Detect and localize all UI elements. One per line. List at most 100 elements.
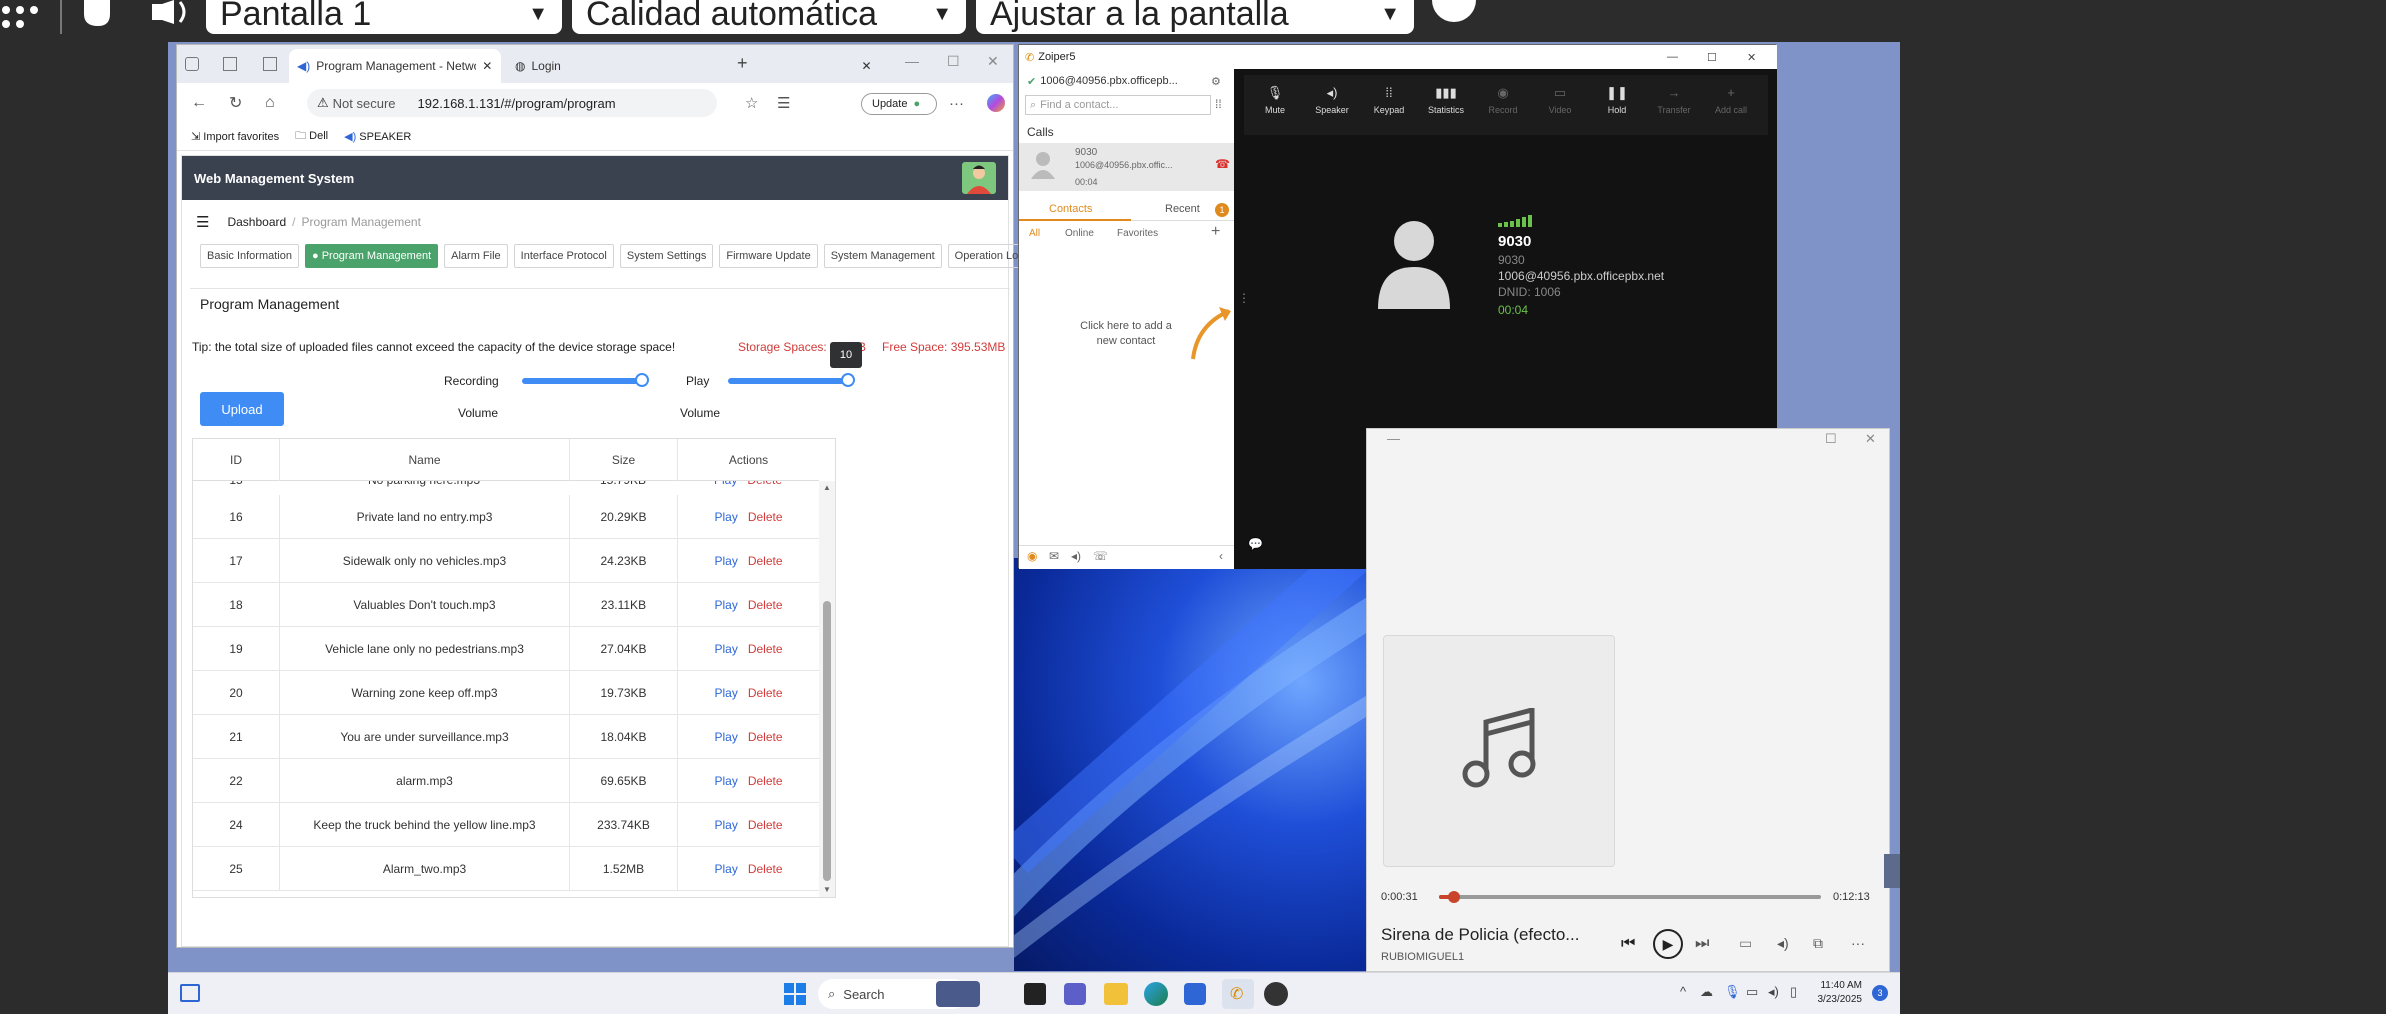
- maximize-icon[interactable]: ☐: [1707, 51, 1717, 64]
- filter-online[interactable]: Online: [1065, 228, 1094, 239]
- filter-favorites[interactable]: Favorites: [1117, 228, 1158, 239]
- minimize-icon[interactable]: —: [1667, 51, 1678, 63]
- microphone-icon[interactable]: 🎙: [1724, 984, 1741, 1000]
- tab-program-management[interactable]: ◀) Program Management - Network ✕: [289, 49, 501, 83]
- seek-bar[interactable]: [1439, 891, 1821, 903]
- tab-firmware-update[interactable]: Firmware Update: [719, 244, 818, 268]
- play-link[interactable]: Play: [714, 510, 737, 524]
- breadcrumb-dashboard[interactable]: Dashboard: [227, 215, 286, 229]
- video-button[interactable]: ▭ Video: [1533, 81, 1587, 131]
- store-icon[interactable]: [1184, 983, 1206, 1005]
- record-button[interactable]: ◉ Record: [1476, 81, 1530, 131]
- delete-link[interactable]: Delete: [748, 686, 783, 700]
- media-player-taskbar-icon[interactable]: [1264, 982, 1288, 1006]
- close-icon[interactable]: ✕: [1747, 51, 1756, 64]
- hangup-small-icon[interactable]: ☎: [1215, 157, 1230, 171]
- more-icon[interactable]: ···: [949, 95, 964, 112]
- settings-gear-icon[interactable]: ⚙: [1211, 75, 1221, 88]
- more-options-icon[interactable]: ···: [1851, 935, 1865, 951]
- seek-handle[interactable]: [1448, 891, 1461, 903]
- back-icon[interactable]: ←: [191, 94, 207, 112]
- next-icon[interactable]: ⏭: [1695, 935, 1709, 953]
- minimize-icon[interactable]: —: [1387, 431, 1400, 446]
- tab-system-management[interactable]: System Management: [823, 244, 942, 268]
- recording-volume-handle[interactable]: [635, 373, 649, 387]
- home-icon[interactable]: ⌂: [265, 94, 275, 112]
- tab-basic-information[interactable]: Basic Information: [200, 244, 299, 268]
- tab-actions-icon[interactable]: [263, 57, 277, 71]
- teams-icon[interactable]: [1064, 983, 1086, 1005]
- screen-select[interactable]: Pantalla 1 ▼: [206, 0, 562, 34]
- tab-alarm-file[interactable]: Alarm File: [444, 244, 508, 268]
- hold-button[interactable]: ❚❚ Hold: [1590, 81, 1644, 131]
- tab-login[interactable]: ◍ Login ✕: [507, 49, 897, 83]
- play-link[interactable]: Play: [714, 686, 737, 700]
- scrollbar-thumb[interactable]: [823, 601, 831, 881]
- zoiper-home-icon[interactable]: ◉: [1027, 549, 1037, 563]
- keypad-button[interactable]: ⁞⁞ Keypad: [1362, 81, 1416, 131]
- maximize-icon[interactable]: ☐: [947, 53, 960, 70]
- onedrive-icon[interactable]: ☁: [1700, 984, 1713, 1000]
- favorite-import[interactable]: ⇲ Import favorites: [191, 130, 279, 143]
- clock[interactable]: 11:40 AM 3/23/2025: [1808, 979, 1863, 1007]
- delete-link[interactable]: Delete: [748, 774, 783, 788]
- play-link[interactable]: Play: [714, 774, 737, 788]
- address-bar[interactable]: ⚠ Not secure 192.168.1.131/#/program/pro…: [307, 89, 717, 117]
- favorite-dell[interactable]: 🗀 Dell: [295, 127, 328, 146]
- volume-icon[interactable]: ◂): [1777, 935, 1789, 952]
- delete-link[interactable]: Delete: [748, 730, 783, 744]
- battery-icon[interactable]: ▯: [1790, 984, 1797, 1000]
- refresh-icon[interactable]: ↻: [229, 93, 242, 113]
- close-icon[interactable]: ✕: [1865, 431, 1876, 447]
- tab-program-management[interactable]: ● Program Management: [304, 244, 439, 268]
- menu-toggle-icon[interactable]: ☰: [196, 213, 209, 231]
- call-item[interactable]: 9030 1006@40956.pbx.offic... 00:04 ☎: [1019, 143, 1234, 191]
- add-contact-icon[interactable]: +: [1211, 223, 1220, 241]
- play-volume-slider[interactable]: [728, 373, 855, 387]
- panel-resize-handle[interactable]: ⋮: [1238, 291, 1250, 305]
- tab-system-settings[interactable]: System Settings: [619, 244, 714, 268]
- upload-button[interactable]: Upload: [200, 392, 284, 426]
- play-volume-handle[interactable]: [841, 373, 855, 387]
- tab-contacts[interactable]: Contacts: [1049, 203, 1092, 215]
- info-icon[interactable]: [1432, 0, 1476, 22]
- favorite-star-icon[interactable]: ☆: [745, 94, 758, 112]
- favorite-speaker[interactable]: ◀) SPEAKER: [344, 130, 411, 143]
- play-link[interactable]: Play: [714, 554, 737, 568]
- close-icon[interactable]: ✕: [861, 59, 871, 73]
- table-scrollbar[interactable]: ▲ ▼: [819, 481, 835, 897]
- grid-menu-icon[interactable]: [0, 4, 40, 34]
- volume-icon[interactable]: ◂): [1071, 549, 1081, 563]
- delete-link[interactable]: Delete: [748, 642, 783, 656]
- zoiper-taskbar-icon[interactable]: ✆: [1222, 979, 1254, 1009]
- close-icon[interactable]: ✕: [482, 59, 492, 73]
- previous-icon[interactable]: ⏮: [1621, 935, 1635, 953]
- widgets-icon[interactable]: [180, 984, 200, 1002]
- collections-icon[interactable]: ☰: [777, 94, 790, 112]
- delete-link[interactable]: Delete: [748, 862, 783, 876]
- copilot-icon[interactable]: [987, 94, 1005, 112]
- contact-search-input[interactable]: ⌕ Find a contact...: [1025, 95, 1211, 115]
- maximize-icon[interactable]: ☐: [1825, 431, 1837, 447]
- task-view-icon[interactable]: [1024, 983, 1046, 1005]
- fit-select[interactable]: Ajustar a la pantalla ▼: [976, 0, 1414, 34]
- transfer-button[interactable]: → Transfer: [1647, 81, 1701, 131]
- tray-overflow-icon[interactable]: ^: [1680, 984, 1686, 999]
- update-button[interactable]: Update ●: [861, 93, 937, 115]
- collapse-icon[interactable]: ‹: [1219, 549, 1223, 563]
- dialpad-icon[interactable]: ⁞⁞: [1215, 97, 1222, 111]
- play-link[interactable]: Play: [714, 598, 737, 612]
- remote-control-icon[interactable]: [80, 0, 122, 28]
- miniplayer-icon[interactable]: ▭: [1739, 935, 1752, 952]
- scroll-down-icon[interactable]: ▼: [823, 885, 831, 894]
- speaker-button[interactable]: ◂) Speaker: [1305, 81, 1359, 131]
- delete-link[interactable]: Delete: [748, 818, 783, 832]
- play-button[interactable]: ▶: [1653, 929, 1683, 959]
- play-link[interactable]: Play: [714, 818, 737, 832]
- phone-settings-icon[interactable]: ☏: [1093, 549, 1108, 563]
- statistics-button[interactable]: ▮▮▮ Statistics: [1419, 81, 1473, 131]
- notification-badge[interactable]: 3: [1872, 985, 1888, 1001]
- scroll-up-icon[interactable]: ▲: [823, 483, 831, 492]
- start-windows-icon[interactable]: [784, 983, 806, 1005]
- new-tab-icon[interactable]: +: [737, 53, 748, 74]
